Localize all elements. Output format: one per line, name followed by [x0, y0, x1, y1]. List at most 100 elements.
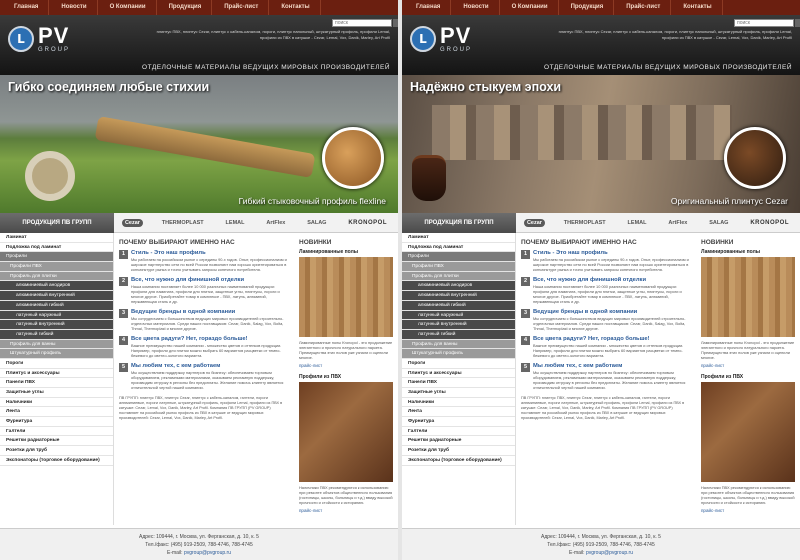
- sidebar-item[interactable]: Профили ПВХ: [0, 262, 113, 272]
- brand-logo[interactable]: KRONOPOL: [747, 219, 792, 227]
- pv-group-logo[interactable]: L PV GROUP: [8, 25, 70, 53]
- why-item-title[interactable]: Все, что нужно для финишной отделки: [533, 277, 691, 283]
- why-item-title[interactable]: Все цвета радуги? Нет, гораздо больше!: [533, 336, 691, 342]
- sidebar-item[interactable]: латунный гибкий: [0, 329, 113, 340]
- sidebar-item[interactable]: Решетки радиаторные: [0, 436, 113, 447]
- pvc-profile-image[interactable]: [299, 382, 393, 482]
- hero-banner[interactable]: Надёжно стыкуем эпохи Оригинальный плинт…: [402, 75, 800, 213]
- news-item-title[interactable]: Ламинированные полы: [701, 249, 795, 255]
- nav-link[interactable]: Продукция: [561, 0, 615, 15]
- pv-group-logo[interactable]: L PV GROUP: [410, 25, 472, 53]
- sidebar-item[interactable]: Защитные углы: [402, 388, 515, 398]
- sidebar-item[interactable]: Наличники: [0, 398, 113, 408]
- nav-link[interactable]: Новости: [51, 0, 98, 15]
- hero-banner[interactable]: Гибко соединяем любые стихии Гибкий стык…: [0, 75, 398, 213]
- nav-link[interactable]: Контакты: [271, 0, 321, 15]
- sidebar-item[interactable]: Наличники: [402, 398, 515, 408]
- search-button[interactable]: [795, 19, 800, 27]
- brand-logo[interactable]: Cezar: [523, 218, 545, 227]
- sidebar-item[interactable]: Профили: [0, 252, 113, 263]
- sidebar-item[interactable]: алюминиевый гибкий: [402, 300, 515, 311]
- nav-link[interactable]: О Компании: [100, 0, 157, 15]
- sidebar-item[interactable]: Галтели: [402, 427, 515, 437]
- sidebar-item[interactable]: Штукатурный профиль: [402, 349, 515, 359]
- sidebar-item[interactable]: латунный наружный: [402, 310, 515, 321]
- sidebar-item[interactable]: Фурнитура: [0, 417, 113, 427]
- news-item-title[interactable]: Ламинированные полы: [299, 249, 393, 255]
- header-links[interactable]: плинтус ПВХ, плинтус Cezar, плинтус с ка…: [542, 29, 792, 41]
- brand-logo[interactable]: SALAG: [706, 219, 731, 227]
- sidebar-item[interactable]: Профиль для ванны: [402, 339, 515, 350]
- sidebar-item[interactable]: Пороги: [0, 359, 113, 369]
- why-item-title[interactable]: Все цвета радуги? Нет, гораздо больше!: [131, 336, 289, 342]
- nav-link[interactable]: Главная: [4, 0, 50, 15]
- search-input[interactable]: поиск: [734, 19, 794, 27]
- sidebar-item[interactable]: латунный гибкий: [402, 329, 515, 340]
- nav-link[interactable]: Контакты: [673, 0, 723, 15]
- sidebar-item[interactable]: алюминиевый внутренний: [0, 291, 113, 301]
- sidebar-item[interactable]: алюминиевый гибкий: [0, 300, 113, 311]
- news-item-title[interactable]: Профили из ПВХ: [701, 374, 795, 380]
- sidebar-item[interactable]: Профиль для плитки: [0, 271, 113, 282]
- sidebar-item[interactable]: Панели ПВХ: [402, 378, 515, 388]
- why-item-title[interactable]: Стиль - Это наш профиль: [533, 250, 691, 256]
- archive-link[interactable]: прайс-лист: [701, 363, 795, 368]
- sidebar-item[interactable]: алюминиевый анодиров: [0, 281, 113, 292]
- nav-link[interactable]: Продукция: [159, 0, 213, 15]
- sidebar-item[interactable]: латунный внутренний: [0, 320, 113, 330]
- sidebar-item[interactable]: Лента: [0, 407, 113, 418]
- sidebar-item[interactable]: Профиль для плитки: [402, 271, 515, 282]
- nav-link[interactable]: Главная: [406, 0, 452, 15]
- why-item-title[interactable]: Ведущие бренды в одной компании: [131, 309, 289, 315]
- brand-logo[interactable]: THERMOPLAST: [159, 219, 207, 227]
- archive-link[interactable]: прайс-лист: [701, 508, 795, 513]
- sidebar-item[interactable]: Экспонаторы (торговое оборудование): [0, 456, 113, 466]
- brand-logo[interactable]: LEMAL: [223, 219, 248, 227]
- search-input[interactable]: поиск: [332, 19, 392, 27]
- nav-link[interactable]: Прайс-лист: [616, 0, 672, 15]
- brand-logo[interactable]: ArtFlex: [263, 219, 288, 227]
- sidebar-item[interactable]: Профили: [402, 252, 515, 263]
- laminate-image[interactable]: [299, 257, 393, 337]
- footer-email-link[interactable]: pvgroup@pvgroup.ru: [184, 550, 231, 556]
- nav-link[interactable]: Прайс-лист: [214, 0, 270, 15]
- sidebar-item[interactable]: Ламинат: [402, 233, 515, 243]
- sidebar-item[interactable]: Фурнитура: [402, 417, 515, 427]
- why-item-title[interactable]: Стиль - Это наш профиль: [131, 250, 289, 256]
- sidebar-item[interactable]: Профиль для ванны: [0, 339, 113, 350]
- sidebar-item[interactable]: Плинтус и аксессуары: [402, 369, 515, 379]
- pvc-profile-image[interactable]: [701, 382, 795, 482]
- archive-link[interactable]: прайс-лист: [299, 508, 393, 513]
- sidebar-item[interactable]: Галтели: [0, 427, 113, 437]
- why-item-title[interactable]: Ведущие бренды в одной компании: [533, 309, 691, 315]
- sidebar-item[interactable]: Пороги: [402, 359, 515, 369]
- sidebar-item[interactable]: латунный наружный: [0, 310, 113, 321]
- footer-email-link[interactable]: pvgroup@pvgroup.ru: [586, 550, 633, 556]
- sidebar-item[interactable]: Подложка под ламинат: [0, 243, 113, 253]
- sidebar-item[interactable]: Решетки радиаторные: [402, 436, 515, 447]
- brand-logo[interactable]: ArtFlex: [665, 219, 690, 227]
- brand-logo[interactable]: KRONOPOL: [345, 219, 390, 227]
- sidebar-item[interactable]: алюминиевый внутренний: [402, 291, 515, 301]
- news-item-title[interactable]: Профили из ПВХ: [299, 374, 393, 380]
- why-item-title[interactable]: Все, что нужно для финишной отделки: [131, 277, 289, 283]
- archive-link[interactable]: прайс-лист: [299, 363, 393, 368]
- why-item-title[interactable]: Мы любим тех, с кем работаем: [533, 363, 691, 369]
- brand-logo[interactable]: LEMAL: [625, 219, 650, 227]
- sidebar-item[interactable]: Панели ПВХ: [0, 378, 113, 388]
- sidebar-item[interactable]: Штукатурный профиль: [0, 349, 113, 359]
- brand-logo[interactable]: Cezar: [121, 218, 143, 227]
- nav-link[interactable]: О Компании: [502, 0, 559, 15]
- sidebar-item[interactable]: латунный внутренний: [402, 320, 515, 330]
- sidebar-item[interactable]: алюминиевый анодиров: [402, 281, 515, 292]
- nav-link[interactable]: Новости: [453, 0, 500, 15]
- brand-logo[interactable]: SALAG: [304, 219, 329, 227]
- brand-logo[interactable]: THERMOPLAST: [561, 219, 609, 227]
- sidebar-item[interactable]: Профили ПВХ: [402, 262, 515, 272]
- why-item-title[interactable]: Мы любим тех, с кем работаем: [131, 363, 289, 369]
- sidebar-item[interactable]: Лента: [402, 407, 515, 418]
- sidebar-item[interactable]: Экспонаторы (торговое оборудование): [402, 456, 515, 466]
- sidebar-item[interactable]: Ламинат: [0, 233, 113, 243]
- sidebar-item[interactable]: Защитные углы: [0, 388, 113, 398]
- sidebar-item[interactable]: Розетки для труб: [0, 446, 113, 456]
